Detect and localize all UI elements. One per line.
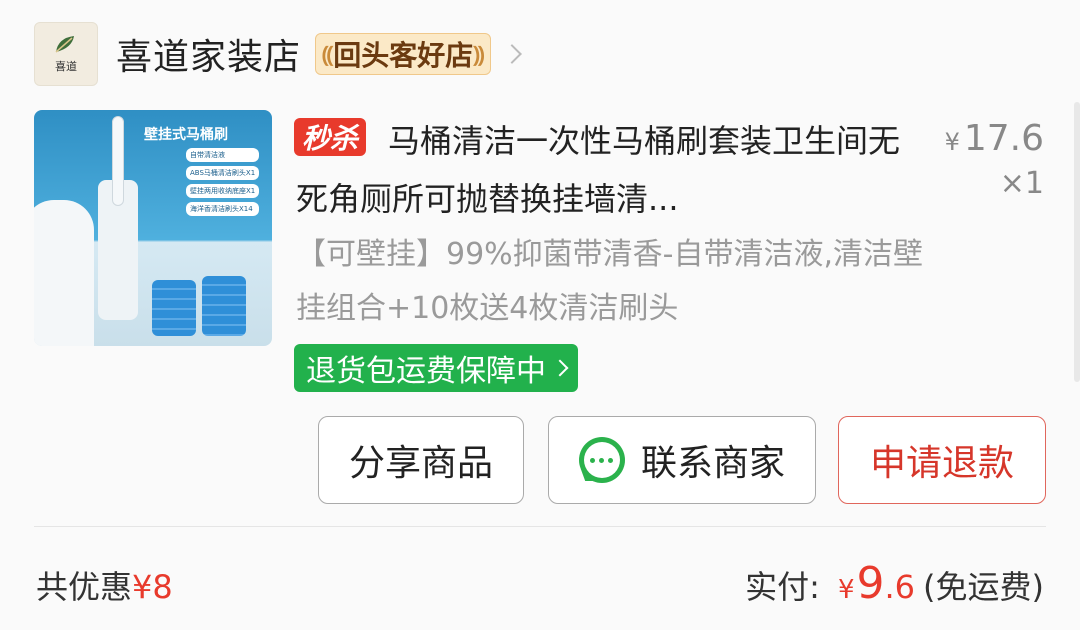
paid-currency: ¥ (837, 575, 855, 605)
product-image[interactable]: 壁挂式马桶刷 自带清洁液 ABS马桶清洁刷头X1 壁挂两用收纳底座X1 海洋香清… (34, 110, 272, 346)
total-discount: 共优惠¥8 (36, 562, 173, 608)
leaf-icon (54, 34, 78, 54)
feature-tag: 海洋香清洁刷头X14 (186, 202, 260, 216)
laurel-right-icon: ⸩ (473, 43, 485, 68)
contact-seller-label: 联系商家 (640, 443, 785, 484)
seckill-badge: 秒杀 (294, 118, 367, 156)
request-refund-button[interactable]: 申请退款 (838, 416, 1046, 504)
price-value: 17.6 (963, 118, 1044, 159)
return-tag-label: 退货包运费保障中 (306, 354, 546, 389)
scroll-indicator (1074, 102, 1080, 382)
feature-tag: 自带清洁液 (186, 148, 260, 162)
return-shipping-guarantee[interactable]: 退货包运费保障中 (294, 344, 578, 392)
chat-icon (578, 437, 625, 483)
shop-name[interactable]: 喜道家装店 (116, 28, 301, 80)
laurel-left-icon: ⸨ (322, 43, 334, 68)
discount-label: 共优惠 (36, 568, 133, 606)
toilet-illustration (34, 200, 94, 346)
amount-paid: 实付: ¥9.6 (免运费) (745, 558, 1044, 609)
shop-logo[interactable]: 喜道 (34, 22, 98, 86)
discount-amount: ¥8 (132, 568, 173, 606)
product-price: ¥17.6 (945, 118, 1044, 159)
refill-pads-illustration (202, 276, 246, 336)
shop-header[interactable]: 喜道 喜道家装店 ⸨ 回头客好店 ⸩ (34, 22, 523, 86)
price-currency: ¥ (944, 128, 960, 156)
share-product-button[interactable]: 分享商品 (318, 416, 524, 504)
chevron-right-icon (551, 359, 569, 377)
free-shipping-note: (免运费) (923, 568, 1044, 606)
refill-pads-illustration (152, 280, 196, 336)
badge-label: 回头客好店 (333, 39, 474, 72)
paid-amount: ¥9.6 (838, 558, 915, 609)
product-image-title: 壁挂式马桶刷 (144, 127, 228, 143)
product-image-features: 自带清洁液 ABS马桶清洁刷头X1 壁挂两用收纳底座X1 海洋香清洁刷头X14 (186, 148, 260, 216)
returning-customer-badge: ⸨ 回头客好店 ⸩ (315, 33, 492, 75)
product-quantity: ×1 (999, 166, 1044, 201)
brush-handle-illustration (112, 116, 124, 206)
feature-tag: ABS马桶清洁刷头X1 (186, 166, 260, 180)
paid-label: 实付: (745, 568, 820, 606)
divider (34, 526, 1046, 527)
shop-logo-text: 喜道 (55, 60, 77, 73)
product-spec[interactable]: 【可壁挂】99%抑菌带清香-自带清洁液,清洁壁挂组合+10枚送4枚清洁刷头 (296, 228, 926, 336)
contact-seller-button[interactable]: 联系商家 (548, 416, 816, 504)
chevron-right-icon[interactable] (502, 44, 523, 64)
order-card: 喜道 喜道家装店 ⸨ 回头客好店 ⸩ 壁挂式马桶刷 自带清洁液 ABS马桶清洁刷… (0, 0, 1080, 630)
paid-integer: 9 (856, 558, 885, 609)
paid-decimal: .6 (884, 568, 916, 606)
product-title[interactable]: 马桶清洁一次性马桶刷套装卫生间无死角厕所可抛替换挂墙清... (296, 112, 926, 228)
feature-tag: 壁挂两用收纳底座X1 (186, 184, 260, 198)
